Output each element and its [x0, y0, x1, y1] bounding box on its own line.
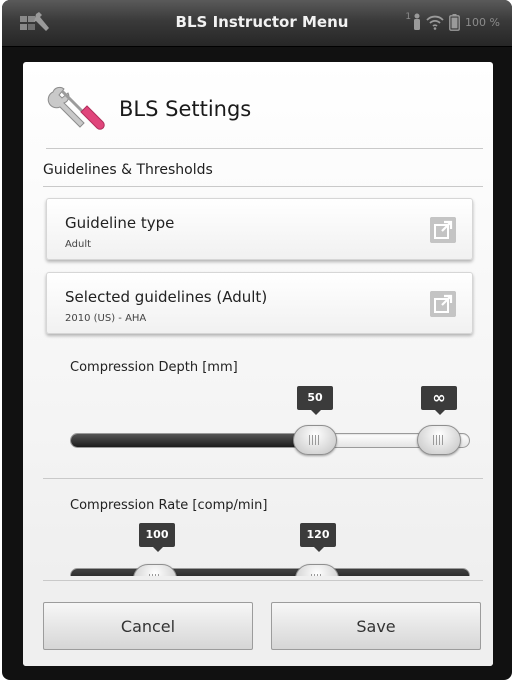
status-bar: BLS Instructor Menu 1 100 % — [2, 0, 512, 47]
card-title: Guideline type — [65, 214, 175, 232]
divider — [43, 478, 483, 479]
card-value: Adult — [65, 239, 92, 250]
battery-percent: 100 % — [465, 15, 500, 29]
section-label: Guidelines & Thresholds — [43, 162, 213, 178]
tools-icon — [20, 12, 49, 31]
rate-high-handle[interactable] — [295, 564, 339, 576]
depth-low-handle[interactable] — [293, 425, 337, 455]
compression-depth-label: Compression Depth [mm] — [70, 360, 238, 375]
dialog-header: BLS Settings — [47, 84, 251, 134]
wifi-icon — [426, 15, 444, 30]
depth-high-handle[interactable] — [417, 425, 461, 455]
depth-high-value: ∞ — [421, 386, 457, 415]
user-icon — [414, 13, 421, 30]
user-count: 1 — [405, 12, 412, 22]
divider — [43, 580, 483, 581]
card-title: Selected guidelines (Adult) — [65, 288, 268, 306]
selected-guidelines-card[interactable]: Selected guidelines (Adult) 2010 (US) - … — [46, 272, 473, 334]
divider — [43, 186, 483, 187]
battery-icon — [449, 13, 460, 31]
card-value: 2010 (US) - AHA — [65, 313, 147, 324]
dialog-footer: Cancel Save — [23, 582, 493, 666]
save-button[interactable]: Save — [271, 602, 481, 650]
dialog-title: BLS Settings — [119, 97, 252, 121]
compression-depth-track[interactable] — [70, 433, 470, 448]
cancel-button[interactable]: Cancel — [43, 602, 253, 650]
rate-slider-clip — [23, 542, 493, 576]
open-external-icon[interactable] — [430, 217, 456, 243]
device-frame: BLS Instructor Menu 1 100 % BLS Settings… — [2, 0, 512, 680]
track-fill — [71, 434, 319, 447]
compression-rate-label: Compression Rate [comp/min] — [70, 498, 268, 513]
status-indicators: 1 100 % — [405, 12, 500, 31]
depth-low-value: 50 — [297, 386, 333, 415]
settings-dialog: BLS Settings Guidelines & Thresholds Gui… — [23, 62, 493, 666]
open-external-icon[interactable] — [430, 291, 456, 317]
compression-rate-track[interactable] — [70, 568, 470, 576]
divider — [46, 148, 483, 149]
guideline-type-card[interactable]: Guideline type Adult — [46, 198, 473, 260]
window-title: BLS Instructor Menu — [175, 13, 349, 31]
rate-low-handle[interactable] — [133, 564, 177, 576]
wrench-screwdriver-icon — [47, 86, 105, 130]
